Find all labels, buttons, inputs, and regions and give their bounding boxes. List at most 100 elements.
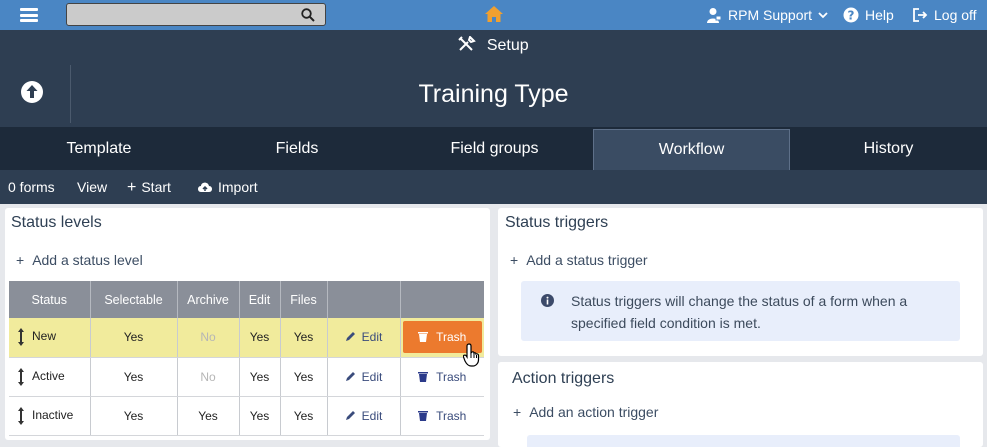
- action-triggers-title: Action triggers: [512, 370, 615, 387]
- edit-cell: Yes: [239, 396, 281, 436]
- status-name: New: [32, 329, 57, 344]
- trash-button[interactable]: Trash: [418, 370, 466, 384]
- edit-label: Edit: [361, 369, 383, 384]
- trash-label: Trash: [436, 408, 467, 423]
- view-link[interactable]: View: [77, 179, 107, 195]
- drag-handle-icon[interactable]: [18, 367, 24, 386]
- status-levels-table: Status Selectable Archive Edit Files New…: [9, 281, 484, 436]
- user-label: RPM Support: [728, 7, 813, 23]
- drag-handle-icon[interactable]: [18, 328, 24, 347]
- help-label: Help: [865, 7, 894, 23]
- column-header-edit-action: [327, 281, 401, 318]
- trash-action-cell: Trash: [400, 396, 484, 436]
- trash-icon: [418, 371, 429, 382]
- home-icon[interactable]: [484, 5, 504, 23]
- column-header-files: Files: [280, 281, 328, 318]
- plus-icon: +: [510, 252, 519, 268]
- edit-action-cell: Edit: [327, 357, 401, 397]
- trash-label: Trash: [436, 369, 467, 384]
- logoff-label: Log off: [934, 7, 977, 23]
- top-bar: RPM Support ? Help Log off: [0, 0, 987, 30]
- status-name: Inactive: [32, 407, 74, 422]
- column-header-trash-action: [400, 281, 484, 318]
- start-label: Start: [141, 179, 171, 195]
- chevron-down-icon: [818, 12, 828, 19]
- tab-field-groups[interactable]: Field groups: [396, 127, 593, 170]
- trash-button[interactable]: Trash: [418, 409, 466, 423]
- files-cell: Yes: [280, 357, 328, 397]
- tab-history[interactable]: History: [790, 127, 987, 170]
- selectable-cell: Yes: [90, 396, 178, 436]
- status-triggers-title: Status triggers: [505, 214, 609, 231]
- drag-handle-icon[interactable]: [18, 406, 24, 425]
- status-levels-title: Status levels: [11, 214, 102, 231]
- archive-cell: No: [177, 318, 240, 358]
- selectable-cell: Yes: [90, 318, 178, 358]
- help-icon: ?: [843, 7, 859, 23]
- pencil-icon: [345, 371, 355, 381]
- edit-action-cell: Edit: [327, 396, 401, 436]
- add-action-trigger-label: Add an action trigger: [529, 404, 659, 420]
- tab-workflow[interactable]: Workflow: [593, 129, 790, 171]
- add-status-trigger-link[interactable]: + Add a status trigger: [510, 252, 648, 268]
- user-icon: [707, 8, 722, 23]
- pencil-icon: [345, 332, 355, 342]
- action-info-box: [527, 435, 960, 447]
- hand-cursor-icon: [463, 343, 480, 367]
- column-header-edit: Edit: [239, 281, 281, 318]
- edit-button[interactable]: Edit: [345, 369, 383, 384]
- setup-label: Setup: [486, 37, 529, 54]
- trash-icon: [418, 332, 429, 343]
- help-link[interactable]: ? Help: [843, 0, 894, 30]
- import-link[interactable]: Import: [197, 179, 258, 195]
- action-bar: 0 forms View + Start Import: [0, 170, 987, 204]
- tab-fields[interactable]: Fields: [198, 127, 396, 170]
- add-action-trigger-link[interactable]: + Add an action trigger: [513, 404, 658, 420]
- info-text-line2: specified field condition is met.: [571, 315, 761, 331]
- files-cell: Yes: [280, 318, 328, 358]
- info-text-line1: Status triggers will change the status o…: [571, 293, 908, 309]
- edit-button[interactable]: Edit: [345, 408, 383, 423]
- status-cell[interactable]: Active: [9, 357, 91, 397]
- add-status-level-link[interactable]: + Add a status level: [16, 252, 143, 268]
- logoff-link[interactable]: Log off: [912, 0, 977, 30]
- start-link[interactable]: + Start: [127, 179, 171, 197]
- edit-cell: Yes: [239, 318, 281, 358]
- edit-button[interactable]: Edit: [345, 330, 383, 345]
- tab-template[interactable]: Template: [0, 127, 198, 170]
- files-cell: Yes: [280, 396, 328, 436]
- search-icon[interactable]: [301, 8, 315, 22]
- status-cell[interactable]: Inactive: [9, 396, 91, 436]
- trash-icon: [418, 410, 429, 421]
- setup-link[interactable]: Setup: [0, 35, 987, 55]
- edit-label: Edit: [361, 330, 383, 345]
- table-row[interactable]: New Yes No Yes Yes Edit Trash: [9, 318, 484, 358]
- edit-action-cell: Edit: [327, 318, 401, 358]
- tools-icon: [458, 35, 477, 51]
- plus-icon: +: [127, 179, 137, 196]
- plus-icon: +: [16, 252, 25, 268]
- forms-count[interactable]: 0 forms: [8, 179, 55, 195]
- search-input[interactable]: [71, 6, 291, 23]
- table-row[interactable]: Inactive Yes Yes Yes Yes Edit Trash: [9, 396, 484, 436]
- archive-cell: Yes: [177, 396, 240, 436]
- column-header-status: Status: [9, 281, 91, 318]
- import-label: Import: [218, 179, 258, 195]
- edit-cell: Yes: [239, 357, 281, 397]
- menu-icon[interactable]: [20, 8, 38, 22]
- search-box[interactable]: [66, 3, 326, 26]
- page-title: Training Type: [418, 80, 569, 108]
- column-header-selectable: Selectable: [90, 281, 178, 318]
- archive-cell: No: [177, 357, 240, 397]
- status-cell[interactable]: New: [9, 318, 91, 358]
- column-header-archive: Archive: [177, 281, 240, 318]
- add-status-trigger-label: Add a status trigger: [526, 252, 648, 268]
- tab-bar: Template Fields Field groups Workflow Hi…: [0, 127, 987, 171]
- table-row[interactable]: Active Yes No Yes Yes Edit Trash: [9, 357, 484, 397]
- page-header: Setup Training Type: [0, 30, 987, 127]
- user-menu[interactable]: RPM Support: [706, 0, 828, 30]
- trash-label: Trash: [436, 330, 467, 345]
- logoff-icon: [913, 8, 928, 22]
- edit-label: Edit: [361, 408, 383, 423]
- cloud-upload-icon: [198, 182, 212, 192]
